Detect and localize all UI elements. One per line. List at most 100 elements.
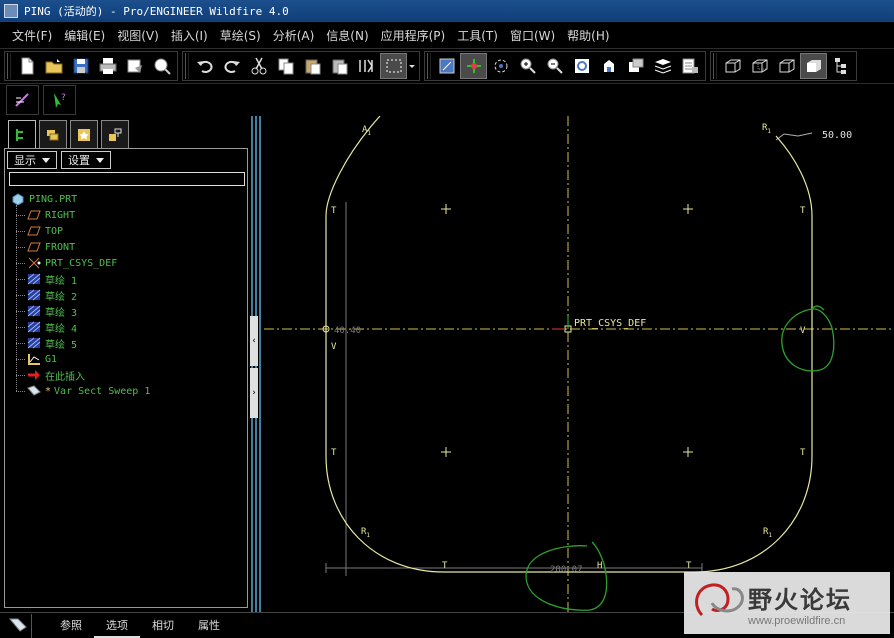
folder-browser-tab[interactable] — [39, 120, 67, 148]
tree-item-sketch-3[interactable]: 草绘 3 — [11, 303, 243, 319]
sketch-tool-icon[interactable] — [9, 87, 36, 113]
navigator-tabs — [8, 120, 129, 148]
view-toolbar-group — [424, 51, 706, 81]
tree-item-sketch-1[interactable]: 草绘 1 — [11, 271, 243, 287]
send-mail-icon[interactable] — [121, 53, 148, 79]
tangent-marker: T — [331, 448, 337, 458]
wireframe-icon[interactable] — [719, 53, 746, 79]
print-icon[interactable] — [94, 53, 121, 79]
tree-item-label: Var Sect Sweep 1 — [54, 385, 151, 397]
select-box-icon[interactable] — [380, 53, 407, 79]
menu-info[interactable]: 信息(N) — [320, 27, 374, 44]
graphics-window[interactable]: PRT_CSYS_DEF 40.40 A1 R1 R1 R1 T T T T T… — [264, 116, 894, 612]
tree-item-front[interactable]: FRONT — [11, 239, 243, 255]
tree-item-sketch-4[interactable]: 草绘 4 — [11, 319, 243, 335]
show-dropdown[interactable]: 显示 — [7, 151, 57, 169]
menu-window[interactable]: 窗口(W) — [504, 27, 561, 44]
sketch-icon — [27, 273, 41, 286]
tree-item-csys[interactable]: PRT_CSYS_DEF — [11, 255, 243, 271]
chevron-down-icon[interactable] — [407, 53, 417, 79]
datum-plane-icon — [27, 225, 41, 238]
mapkey-icon[interactable] — [148, 53, 175, 79]
tree-item-insert-here[interactable]: 在此插入 — [11, 367, 243, 383]
sweep-feature-icon — [4, 613, 32, 638]
menu-edit[interactable]: 编辑(E) — [58, 27, 111, 44]
tab-tangency[interactable]: 相切 — [140, 614, 186, 638]
toolbar-grip[interactable] — [427, 53, 431, 79]
tab-options[interactable]: 选项 — [94, 614, 140, 638]
expand-navigator-handle[interactable]: › — [250, 368, 258, 418]
menu-view[interactable]: 视图(V) — [111, 27, 165, 44]
repaint-icon[interactable] — [433, 53, 460, 79]
tree-item-var-sect-sweep[interactable]: * Var Sect Sweep 1 — [11, 383, 243, 399]
model-tree-tab[interactable] — [8, 120, 36, 148]
saved-views-icon[interactable] — [622, 53, 649, 79]
no-hidden-icon[interactable] — [773, 53, 800, 79]
orient-mode-icon[interactable] — [487, 53, 514, 79]
menu-tools[interactable]: 工具(T) — [451, 27, 504, 44]
main-toolbar — [0, 48, 894, 84]
toolbar-grip[interactable] — [713, 53, 717, 79]
navigator-splitter[interactable]: ‹ › — [250, 116, 264, 612]
settings-dropdown[interactable]: 设置 — [61, 151, 111, 169]
tree-item-right[interactable]: RIGHT — [11, 207, 243, 223]
tab-references[interactable]: 参照 — [48, 614, 94, 638]
undo-icon[interactable] — [191, 53, 218, 79]
regenerate-icon[interactable] — [353, 53, 380, 79]
menu-help[interactable]: 帮助(H) — [561, 27, 615, 44]
menu-applications[interactable]: 应用程序(P) — [375, 27, 452, 44]
view-manager-icon[interactable] — [676, 53, 703, 79]
tree-item-graph[interactable]: G1 — [11, 351, 243, 367]
connections-tab[interactable] — [101, 120, 129, 148]
dimension-left-value[interactable]: 40.40 — [334, 326, 361, 336]
hidden-line-icon[interactable] — [746, 53, 773, 79]
toolbar-grip[interactable] — [7, 53, 11, 79]
refit-icon[interactable] — [568, 53, 595, 79]
context-help-icon[interactable]: ? — [46, 87, 73, 113]
tree-item-sketch-5[interactable]: 草绘 5 — [11, 335, 243, 351]
tangent-marker: T — [800, 206, 806, 216]
dimension-bottom-value[interactable]: 200.07 — [550, 565, 583, 575]
layers-icon[interactable] — [649, 53, 676, 79]
sketch-points[interactable] — [441, 204, 693, 457]
paste-icon[interactable] — [299, 53, 326, 79]
sketch-icon — [27, 305, 41, 318]
model-tree-panel: 显示 设置 PING.PRT RIGHT TOP FRONT PRT_CSYS_… — [4, 148, 248, 608]
tree-item-top[interactable]: TOP — [11, 223, 243, 239]
menu-file[interactable]: 文件(F) — [6, 27, 58, 44]
collapse-navigator-handle[interactable]: ‹ — [250, 316, 258, 366]
help-tool-group: ? — [43, 85, 76, 115]
cut-icon[interactable] — [245, 53, 272, 79]
shading-icon[interactable] — [800, 53, 827, 79]
open-folder-icon[interactable] — [40, 53, 67, 79]
svg-text:?: ? — [61, 93, 66, 103]
tree-item-part[interactable]: PING.PRT — [11, 191, 243, 207]
annotation-circle-right — [781, 305, 835, 372]
tree-filter-input[interactable] — [9, 172, 245, 186]
vertical-marker: V — [331, 342, 337, 352]
dimension-radius-value[interactable]: 50.00 — [822, 130, 852, 141]
zoom-out-icon[interactable] — [541, 53, 568, 79]
reorient-icon[interactable] — [595, 53, 622, 79]
copy-icon[interactable] — [272, 53, 299, 79]
toolbar-grip[interactable] — [185, 53, 189, 79]
save-icon[interactable] — [67, 53, 94, 79]
show-dropdown-label: 显示 — [14, 154, 36, 167]
sketch-profile[interactable] — [325, 116, 813, 573]
zoom-in-icon[interactable] — [514, 53, 541, 79]
paste-special-icon[interactable] — [326, 53, 353, 79]
menu-analysis[interactable]: 分析(A) — [267, 27, 321, 44]
tree-item-sketch-2[interactable]: 草绘 2 — [11, 287, 243, 303]
tab-properties[interactable]: 属性 — [186, 614, 232, 638]
spin-center-icon[interactable] — [460, 53, 487, 79]
tree-item-label: 草绘 3 — [45, 307, 78, 319]
new-file-icon[interactable] — [13, 53, 40, 79]
redo-icon[interactable] — [218, 53, 245, 79]
watermark-url: www.proewildfire.cn — [748, 614, 846, 627]
tree-item-label: PING.PRT — [29, 193, 78, 205]
sketch-canvas[interactable]: PRT_CSYS_DEF 40.40 A1 R1 R1 R1 T T T T T… — [264, 116, 894, 612]
menu-insert[interactable]: 插入(I) — [165, 27, 214, 44]
model-tree-icon[interactable] — [827, 53, 854, 79]
favorites-tab[interactable] — [70, 120, 98, 148]
menu-sketch[interactable]: 草绘(S) — [214, 27, 267, 44]
